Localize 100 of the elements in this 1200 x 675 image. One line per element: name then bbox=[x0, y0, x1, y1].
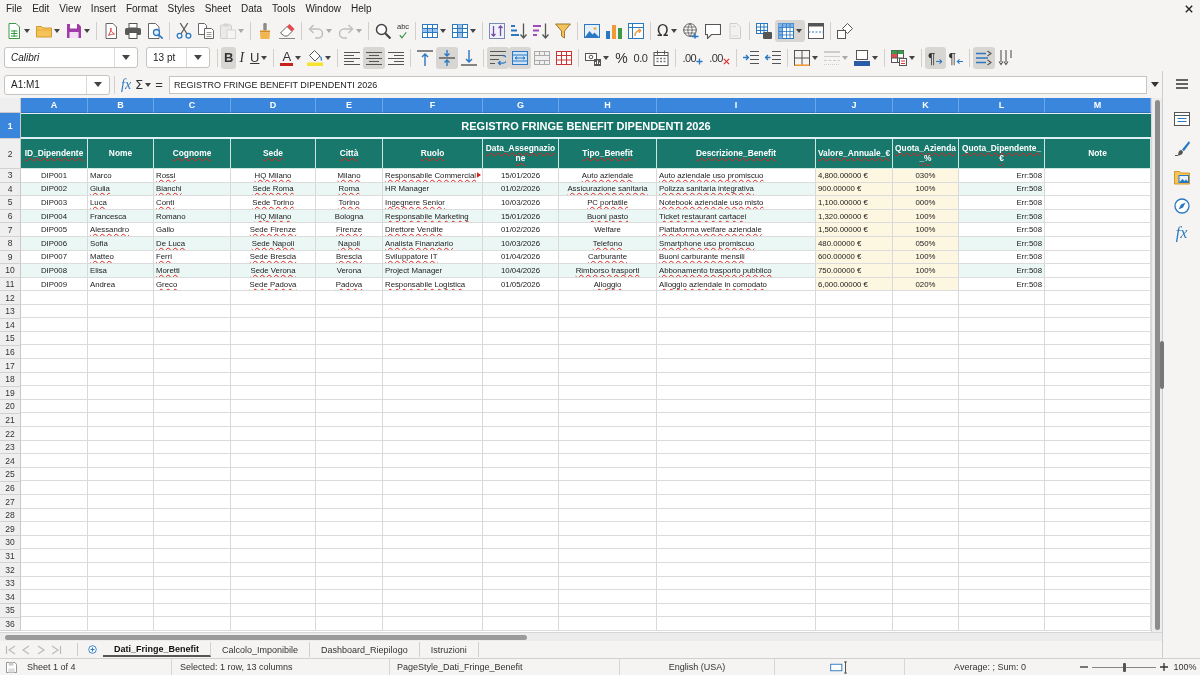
menu-item[interactable]: View bbox=[54, 2, 86, 15]
plus-icon[interactable] bbox=[1160, 663, 1168, 671]
bold-button[interactable]: B bbox=[221, 46, 237, 69]
column-header[interactable]: I bbox=[657, 98, 816, 113]
font-size-dropdown[interactable]: 13 pt bbox=[146, 47, 210, 68]
skip-to-start-icon[interactable] bbox=[5, 644, 17, 655]
menu-item[interactable]: Insert bbox=[85, 2, 121, 15]
row-header[interactable]: 35 bbox=[0, 604, 21, 618]
row-header[interactable]: 29 bbox=[0, 522, 21, 537]
menu-item[interactable]: Format bbox=[120, 2, 163, 15]
column-header[interactable]: D bbox=[231, 98, 316, 113]
folder-image-icon[interactable] bbox=[1173, 169, 1190, 185]
delete-decimal-button[interactable]: .00 bbox=[706, 46, 733, 69]
column-header[interactable]: G bbox=[483, 98, 559, 113]
speech-bubble-icon bbox=[704, 22, 721, 39]
row-header[interactable]: 7 bbox=[0, 223, 21, 237]
menu-item[interactable]: Tools bbox=[267, 2, 301, 15]
page-style[interactable]: PageStyle_Dati_Fringe_Benefit bbox=[397, 662, 523, 672]
properties-icon[interactable] bbox=[1173, 111, 1190, 127]
caret-icon bbox=[122, 55, 130, 60]
wrap-text-button[interactable] bbox=[487, 46, 510, 69]
left-to-right-button[interactable]: ¶ bbox=[924, 46, 946, 69]
menu-icon[interactable] bbox=[1175, 79, 1188, 89]
row-header[interactable]: 12 bbox=[0, 291, 21, 305]
menu-item[interactable]: Styles bbox=[162, 2, 200, 15]
column-header[interactable]: K bbox=[893, 98, 959, 113]
row-header[interactable]: 22 bbox=[0, 427, 21, 441]
row-header[interactable]: 15 bbox=[0, 332, 21, 346]
name-box[interactable]: A1:M1 bbox=[4, 74, 110, 95]
check-icon bbox=[398, 30, 409, 39]
row-header[interactable]: 1 bbox=[0, 113, 21, 139]
functions-button[interactable]: fx bbox=[1173, 224, 1190, 242]
row-header[interactable]: 20 bbox=[0, 400, 21, 414]
sheet-tab[interactable]: Calcolo_Imponibile bbox=[211, 642, 311, 657]
language[interactable]: English (USA) bbox=[668, 662, 726, 672]
row-header[interactable]: 5 bbox=[0, 196, 21, 210]
column-header[interactable]: M bbox=[1045, 98, 1151, 113]
add-decimal-button[interactable]: .00 bbox=[679, 46, 707, 69]
row-header[interactable]: 30 bbox=[0, 536, 21, 550]
column-header[interactable]: A bbox=[21, 98, 88, 113]
number-format-button[interactable]: 0.0 bbox=[630, 46, 651, 69]
calendar-icon bbox=[653, 49, 670, 66]
column-header[interactable]: H bbox=[559, 98, 657, 113]
special-character-button[interactable]: Ω bbox=[654, 19, 680, 42]
formula-button[interactable]: = bbox=[153, 74, 165, 95]
menu-item[interactable]: Help bbox=[346, 2, 377, 15]
selection-mode-icon[interactable] bbox=[830, 660, 849, 674]
document-icon bbox=[726, 22, 743, 39]
column-header[interactable]: B bbox=[88, 98, 154, 113]
freeze-button[interactable] bbox=[774, 19, 805, 42]
font-name-dropdown[interactable]: Calibri bbox=[4, 47, 138, 68]
horizontal-scrollbar[interactable] bbox=[0, 632, 1162, 641]
paintbrush-icon[interactable] bbox=[1173, 140, 1190, 156]
column-header[interactable]: C bbox=[154, 98, 231, 113]
row-header[interactable]: 10 bbox=[0, 264, 21, 278]
align-middle-button[interactable] bbox=[436, 46, 459, 69]
percent-format-button[interactable]: % bbox=[612, 46, 631, 69]
formula-input-field[interactable]: REGISTRO FRINGE BENEFIT DIPENDENTI 2026 bbox=[168, 75, 1147, 94]
row-header[interactable]: 24 bbox=[0, 454, 21, 469]
compass-icon[interactable] bbox=[1173, 198, 1190, 214]
menu-item[interactable]: Data bbox=[235, 2, 268, 15]
minus-icon[interactable] bbox=[1080, 663, 1088, 671]
menu-item[interactable]: Sheet bbox=[199, 2, 236, 15]
caret-icon[interactable] bbox=[1151, 82, 1159, 87]
row-header[interactable]: 17 bbox=[0, 359, 21, 373]
sheet-tab[interactable]: Dati_Fringe_Benefit bbox=[103, 642, 212, 657]
function-wizard-button[interactable]: fx bbox=[119, 74, 134, 95]
sum-button[interactable]: Σ bbox=[133, 74, 154, 95]
menu-item[interactable]: Edit bbox=[27, 2, 55, 15]
right-to-left-button[interactable]: ¶ bbox=[945, 46, 967, 69]
menu-item[interactable]: File bbox=[1, 2, 28, 15]
sidebar-handle[interactable] bbox=[1160, 341, 1164, 389]
selection-info: Selected: 1 row, 13 columns bbox=[180, 662, 293, 672]
column-header[interactable]: E bbox=[316, 98, 383, 113]
sheet-tab[interactable]: Dashboard_Riepilogo bbox=[310, 642, 420, 657]
zoom-level[interactable]: 100% bbox=[1173, 662, 1197, 672]
caret-icon bbox=[54, 28, 60, 33]
slider-thumb[interactable] bbox=[1122, 662, 1126, 672]
column-header[interactable]: F bbox=[383, 98, 483, 113]
column-heading: Nome bbox=[88, 139, 154, 169]
merge-center-button[interactable] bbox=[509, 46, 532, 69]
row-header[interactable]: 32 bbox=[0, 563, 21, 577]
row-header[interactable]: 34 bbox=[0, 590, 21, 604]
row-header[interactable]: 25 bbox=[0, 468, 21, 482]
row-header[interactable]: 2 bbox=[0, 139, 21, 169]
font-color-button[interactable]: A bbox=[277, 46, 305, 69]
text-left-to-right-button[interactable] bbox=[973, 46, 996, 69]
column-header[interactable]: L bbox=[959, 98, 1045, 113]
underline-button[interactable]: U bbox=[247, 46, 271, 69]
italic-button[interactable]: I bbox=[236, 46, 248, 69]
scrollbar-thumb[interactable] bbox=[5, 634, 527, 640]
menu-item[interactable]: Window bbox=[300, 2, 346, 15]
column-header[interactable]: J bbox=[816, 98, 893, 113]
row-header[interactable]: 27 bbox=[0, 495, 21, 509]
sheet-tab[interactable]: Istruzioni bbox=[419, 642, 479, 657]
caret-icon bbox=[470, 28, 477, 33]
close-icon[interactable] bbox=[1185, 4, 1193, 13]
row-header[interactable]: 3 bbox=[0, 169, 21, 183]
align-center-button[interactable] bbox=[363, 46, 386, 69]
plus-circle-icon[interactable] bbox=[88, 645, 97, 654]
